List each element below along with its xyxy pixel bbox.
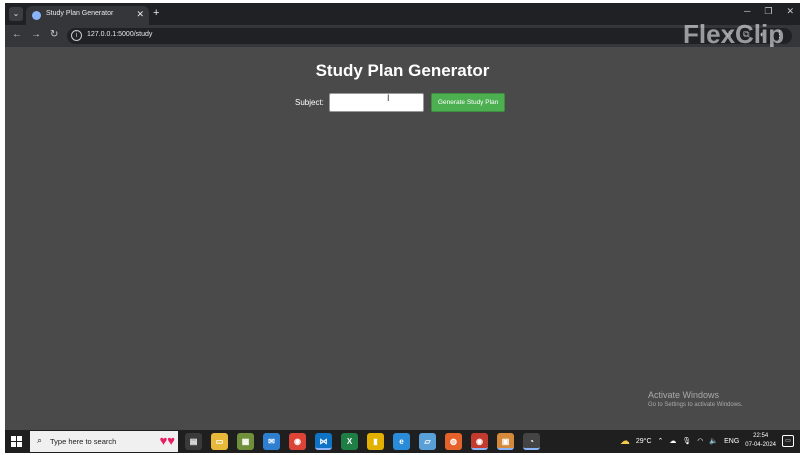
text-cursor-icon: I (387, 93, 390, 103)
powerbi-icon[interactable]: ▮ (367, 433, 384, 450)
edge-icon[interactable]: e (393, 433, 410, 450)
reload-icon[interactable]: ↻ (50, 29, 58, 40)
notification-icon[interactable]: ▭ (782, 435, 794, 447)
page-title: Study Plan Generator (315, 61, 490, 80)
activate-title: Activate Windows (648, 390, 720, 400)
study-form: Subject: Generate Study Plan (295, 92, 506, 112)
chrome-active-icon[interactable]: ◉ (471, 433, 488, 450)
vscode-icon[interactable]: ⋈ (315, 433, 332, 450)
clock[interactable]: 22:54 07-04-2024 (745, 432, 776, 450)
network-icon[interactable]: ◠ (697, 437, 703, 445)
taskbar-search[interactable]: ⌕ Type here to search ♥♥ (30, 431, 178, 452)
file-explorer-icon[interactable]: ▭ (211, 433, 228, 450)
store-icon[interactable]: ▦ (237, 433, 254, 450)
generate-study-plan-button[interactable]: Generate Study Plan (430, 92, 506, 112)
weather-icon[interactable]: ☁ (620, 436, 630, 447)
recorder-icon[interactable]: ◔ (523, 433, 540, 450)
address-url[interactable]: 127.0.0.1:5000/study (87, 31, 152, 38)
clock-date: 07-04-2024 (745, 442, 776, 448)
hearts-icon: ♥♥ (159, 433, 175, 448)
page-viewport: Study Plan Generator Subject: Generate S… (5, 47, 800, 430)
close-icon[interactable]: ✕ (786, 6, 794, 17)
chevron-up-icon[interactable]: ⌃ (658, 437, 664, 445)
taskbar: ⌕ Type here to search ♥♥ ▤ ▭ ▦ ✉ ◉ ⋈ X ▮… (5, 430, 800, 453)
clock-time: 22:54 (753, 433, 769, 439)
flexclip-watermark: FlexClip (683, 19, 785, 49)
volume-icon[interactable]: 🔈 (709, 437, 718, 445)
restore-icon[interactable]: ❐ (764, 6, 772, 17)
minimize-icon[interactable]: ─ (744, 6, 750, 17)
system-tray: ☁ 29°C ⌃ ☁ 🎙 ◠ 🔈 ENG 22:54 07-04-2024 ▭ (620, 432, 794, 450)
language-indicator[interactable]: ENG (724, 438, 739, 445)
subject-input[interactable] (328, 92, 424, 112)
tab-title: Study Plan Generator (46, 10, 114, 17)
browser-tab-bar: ⌄ Study Plan Generator ✕ + ─ ❐ ✕ (5, 3, 800, 25)
subject-label: Subject: (295, 97, 324, 107)
tab-study-plan[interactable]: Study Plan Generator ✕ (26, 6, 149, 25)
mic-icon[interactable]: 🎙 (682, 437, 691, 445)
screen: ⌄ Study Plan Generator ✕ + ─ ❐ ✕ ← → ↻ i… (5, 3, 800, 453)
app-box-icon[interactable]: ▣ (497, 433, 514, 450)
tab-search-icon[interactable]: ⌄ (9, 7, 23, 21)
weather-temp[interactable]: 29°C (636, 438, 652, 445)
forward-icon[interactable]: → (31, 29, 41, 40)
globe-icon (32, 11, 41, 20)
notes-icon[interactable]: ▱ (419, 433, 436, 450)
task-view-icon[interactable]: ▤ (185, 433, 202, 450)
cloud-icon[interactable]: ☁ (669, 437, 676, 445)
excel-icon[interactable]: X (341, 433, 358, 450)
back-icon[interactable]: ← (12, 29, 22, 40)
taskbar-apps: ▤ ▭ ▦ ✉ ◉ ⋈ X ▮ e ▱ ◍ ◉ ▣ ◔ (185, 433, 540, 450)
activate-subtitle: Go to Settings to activate Windows. (648, 402, 743, 408)
firefox-icon[interactable]: ◍ (445, 433, 462, 450)
activate-windows-notice: Activate Windows Go to Settings to activ… (648, 390, 743, 408)
search-placeholder: Type here to search (50, 437, 117, 446)
new-tab-button[interactable]: + (153, 7, 159, 19)
windows-start-icon[interactable] (11, 436, 22, 447)
window-controls: ─ ❐ ✕ (744, 6, 794, 17)
browser-toolbar: ← → ↻ i 127.0.0.1:5000/study ☆ ⧉ ◐ ⋮ (5, 25, 800, 47)
mail-icon[interactable]: ✉ (263, 433, 280, 450)
search-icon: ⌕ (37, 435, 43, 445)
tab-close-icon[interactable]: ✕ (136, 9, 144, 20)
chrome-icon[interactable]: ◉ (289, 433, 306, 450)
site-info-icon[interactable]: i (71, 30, 82, 41)
